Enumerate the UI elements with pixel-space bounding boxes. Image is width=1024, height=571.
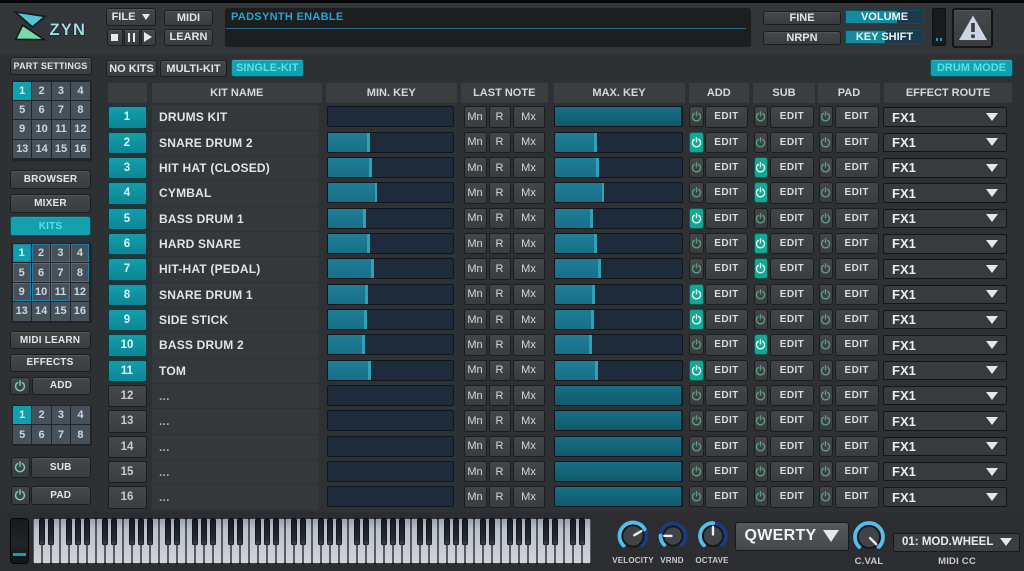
svg-text:ZYN: ZYN [50, 21, 87, 39]
